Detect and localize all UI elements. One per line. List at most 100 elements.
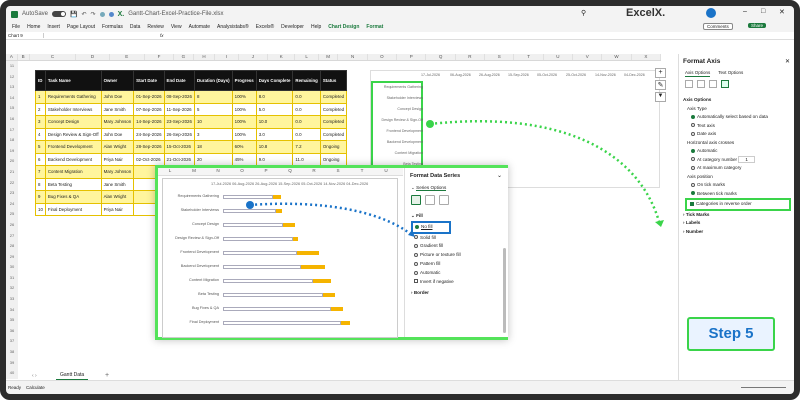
table-cell[interactable]: 0.0	[292, 127, 321, 141]
menu-data[interactable]: Data	[130, 24, 141, 30]
table-cell[interactable]: 2	[35, 102, 46, 116]
table-cell[interactable]: Alan Wright	[100, 190, 135, 204]
table-cell[interactable]: 3	[193, 127, 233, 141]
row-header[interactable]: 35	[6, 315, 18, 326]
gantt-bar[interactable]	[331, 307, 343, 311]
table-cell[interactable]: 45%	[231, 152, 257, 166]
column-header[interactable]: W	[602, 54, 632, 60]
table-cell[interactable]: 6	[35, 152, 46, 166]
table-row[interactable]: 2 Stakeholder Interviews Jane Smith 07-Sep-…	[35, 102, 348, 116]
table-cell[interactable]: Alan Wright	[100, 140, 135, 154]
menu-developer[interactable]: Developer	[281, 24, 304, 30]
section-border[interactable]: › Border	[411, 289, 503, 298]
invert-negative-checkbox[interactable]: Invert if negative	[411, 278, 503, 287]
table-cell[interactable]: 18	[193, 140, 233, 154]
table-cell[interactable]: 100%	[231, 102, 257, 116]
column-header[interactable]: G	[174, 54, 194, 60]
column-header[interactable]: M	[319, 54, 339, 60]
row-header[interactable]: 39	[6, 358, 18, 369]
table-cell[interactable]: 100%	[231, 115, 257, 129]
menu-formulas[interactable]: Formulas	[102, 24, 123, 30]
radio-auto[interactable]: Automatically select based on data	[683, 113, 791, 122]
gantt-bar[interactable]	[293, 237, 298, 241]
gantt-bar[interactable]	[283, 223, 295, 227]
column-header[interactable]: L	[295, 54, 319, 60]
pane-close-icon[interactable]: ✕	[785, 58, 790, 65]
comments-button[interactable]: Comments	[703, 23, 733, 30]
table-cell[interactable]: 0.0	[292, 115, 321, 129]
radio-picture-fill[interactable]: Picture or texture fill	[411, 251, 503, 260]
row-header[interactable]: 12	[6, 72, 18, 83]
format-series-collapse-icon[interactable]: ⌄	[497, 172, 502, 179]
row-header[interactable]: 26	[6, 220, 18, 231]
table-row[interactable]: 4 Design Review & Sign-Off John Doe 24-Sep-…	[35, 127, 348, 141]
table-cell[interactable]: 15-Oct-2026	[163, 140, 195, 154]
row-header[interactable]: 23	[6, 188, 18, 199]
table-cell[interactable]: Bug Fixes & QA	[44, 190, 102, 204]
table-cell[interactable]: Priya Nair	[100, 152, 135, 166]
chart-elements-icon[interactable]: +	[655, 68, 666, 78]
table-cell[interactable]: Beta Testing	[44, 177, 102, 191]
table-cell[interactable]: 10	[193, 115, 233, 129]
column-header[interactable]: A	[6, 54, 18, 60]
menu-view[interactable]: View	[171, 24, 182, 30]
row-header[interactable]: 32	[6, 283, 18, 294]
column-header[interactable]: X	[632, 54, 662, 60]
gantt-bar[interactable]	[341, 321, 350, 325]
fill-line-icon[interactable]	[411, 195, 421, 205]
redo-icon[interactable]: ↷	[91, 11, 96, 18]
table-cell[interactable]: 0.0	[292, 102, 321, 116]
invisible-series-bar[interactable]	[223, 195, 273, 199]
minimize-icon[interactable]: –	[743, 8, 747, 15]
axis-options-icon[interactable]	[721, 80, 729, 88]
pane-scrollbar[interactable]	[503, 248, 506, 333]
table-cell[interactable]: 1	[35, 90, 46, 104]
menu-page-layout[interactable]: Page Layout	[67, 24, 95, 30]
table-cell[interactable]: 9.0	[255, 152, 294, 166]
table-cell[interactable]: 23-Sep-2026	[163, 115, 195, 129]
radio-cross-max[interactable]: At maximum category	[683, 164, 791, 173]
table-row[interactable]: 6 Backend Development Priya Nair 02-Oct-202…	[35, 152, 348, 166]
table-cell[interactable]: 8	[193, 90, 233, 104]
invisible-series-bar[interactable]	[223, 265, 301, 269]
table-cell[interactable]: Completed	[319, 102, 348, 116]
row-header[interactable]: 22	[6, 178, 18, 189]
table-cell[interactable]: 07-Sep-2026	[133, 102, 165, 116]
table-cell[interactable]: Jane Smith	[100, 177, 135, 191]
table-cell[interactable]: Ongoing	[319, 140, 348, 154]
avatar[interactable]	[706, 8, 716, 18]
size-icon[interactable]	[709, 80, 717, 88]
radio-between-tick[interactable]: Between tick marks	[683, 190, 791, 199]
column-header[interactable]: Q	[426, 54, 456, 60]
table-cell[interactable]: 5.0	[255, 102, 294, 116]
table-cell[interactable]: Content Migration	[44, 165, 102, 179]
radio-cross-category[interactable]: At category number 1	[683, 155, 791, 165]
row-header[interactable]: 30	[6, 262, 18, 273]
table-cell[interactable]: Priya Nair	[100, 202, 135, 216]
gantt-bar[interactable]	[323, 293, 335, 297]
invisible-series-bar[interactable]	[223, 307, 331, 311]
section-tick-marks[interactable]: › Tick Marks	[683, 211, 791, 220]
series-options-icon[interactable]	[439, 195, 449, 205]
table-cell[interactable]: 11.0	[292, 152, 321, 166]
column-header[interactable]: V	[573, 54, 603, 60]
column-header[interactable]: K	[268, 54, 296, 60]
gantt-bar[interactable]	[276, 209, 282, 213]
invisible-series-bar[interactable]	[223, 223, 283, 227]
row-header[interactable]: 17	[6, 125, 18, 136]
table-cell[interactable]: 28-Sep-2026	[133, 140, 165, 154]
table-cell[interactable]: 4	[35, 127, 46, 141]
share-button[interactable]: Share	[748, 23, 767, 28]
row-header[interactable]: 28	[6, 241, 18, 252]
row-header[interactable]: 27	[6, 231, 18, 242]
table-cell[interactable]: 100%	[231, 90, 257, 104]
table-cell[interactable]: Completed	[319, 127, 348, 141]
table-cell[interactable]: 26-Sep-2026	[163, 127, 195, 141]
table-cell[interactable]: 08-Sep-2026	[163, 90, 195, 104]
save-icon[interactable]: 💾	[70, 11, 77, 18]
menu-review[interactable]: Review	[147, 24, 163, 30]
table-cell[interactable]: 02-Oct-2026	[133, 152, 165, 166]
table-cell[interactable]: 20	[193, 152, 233, 166]
zoom-gantt-chart[interactable]: 17-Jul-2026 06-Aug-2026 26-Aug-2026 15-S…	[162, 178, 398, 338]
section-labels[interactable]: › Labels	[683, 219, 791, 228]
